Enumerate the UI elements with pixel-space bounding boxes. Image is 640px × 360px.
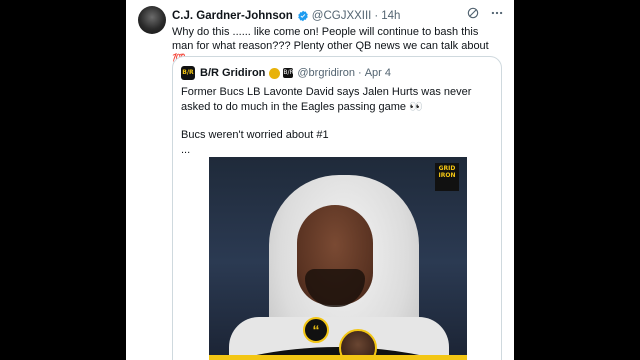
quote-text: Former Bucs LB Lavonte David says Jalen … — [181, 85, 493, 157]
header-actions — [466, 6, 504, 20]
quote-header: B/R B/R Gridiron B/R @brgridiron · Apr 4 — [181, 65, 493, 81]
quote-date[interactable]: Apr 4 — [365, 67, 391, 79]
grok-icon[interactable] — [466, 6, 480, 20]
gridiron-logo: GRID IRON — [435, 163, 459, 191]
quote-mark-icon: “ — [303, 317, 329, 343]
author-handle[interactable]: @CGJXXIII — [312, 10, 372, 22]
yellow-strip — [209, 355, 467, 360]
quote-media-image[interactable]: GRID IRON “ — [209, 157, 467, 360]
quote-handle[interactable]: @brgridiron — [297, 67, 355, 79]
affiliate-badge: B/R — [283, 68, 294, 78]
author-name[interactable]: C.J. Gardner-Johnson — [172, 10, 293, 22]
dot-separator: · — [374, 10, 379, 22]
verified-icon — [297, 10, 309, 22]
avatar[interactable] — [138, 6, 166, 34]
timestamp[interactable]: 14h — [381, 10, 400, 22]
quote-dot-separator: · — [358, 67, 362, 79]
quote-line-2: Bucs weren't worried about #1 — [181, 129, 329, 141]
quoted-tweet[interactable]: B/R B/R Gridiron B/R @brgridiron · Apr 4… — [172, 56, 502, 360]
quote-line-3: ... — [181, 143, 191, 156]
tweet-header: C.J. Gardner-Johnson @CGJXXIII · 14h — [172, 7, 504, 25]
quote-avatar[interactable]: B/R — [181, 66, 195, 80]
gold-badge-icon — [269, 67, 281, 79]
quote-line-1: Former Bucs LB Lavonte David says Jalen … — [181, 86, 472, 113]
tweet-panel: C.J. Gardner-Johnson @CGJXXIII · 14h Why… — [126, 0, 514, 360]
more-icon[interactable] — [490, 6, 504, 20]
quote-author-name[interactable]: B/R Gridiron — [200, 67, 265, 79]
